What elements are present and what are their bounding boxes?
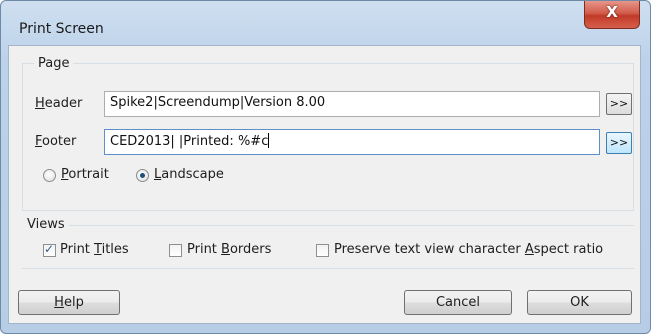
footer-input-value: CED2013| |Printed: %#c — [110, 134, 269, 149]
dialog-body: Page Header Spike2|Screendump|Version 8.… — [8, 45, 641, 324]
page-group-border — [633, 63, 634, 210]
header-label: Header — [35, 96, 83, 111]
portrait-radio[interactable] — [43, 169, 56, 182]
header-input[interactable]: Spike2|Screendump|Version 8.00 — [104, 91, 600, 117]
page-group-border — [22, 210, 634, 211]
dialog-title: Print Screen — [19, 21, 104, 37]
landscape-label[interactable]: Landscape — [154, 167, 224, 182]
text-caret — [268, 133, 270, 148]
views-group-border — [69, 225, 634, 226]
preserve-aspect-checkbox[interactable] — [316, 244, 329, 257]
footer-input[interactable]: CED2013| |Printed: %#c — [104, 129, 600, 155]
preserve-aspect-label[interactable]: Preserve text view character Aspect rati… — [334, 242, 603, 257]
header-insert-button[interactable]: >> — [606, 93, 632, 115]
views-group-border — [22, 268, 634, 269]
views-group-title: Views — [27, 217, 65, 232]
help-button[interactable]: Help — [18, 290, 120, 315]
print-borders-label[interactable]: Print Borders — [187, 242, 271, 257]
radio-selected-dot — [140, 173, 145, 178]
title-bar[interactable]: Print Screen X — [1, 1, 650, 45]
footer-label: Footer — [35, 134, 77, 149]
portrait-label[interactable]: Portrait — [61, 167, 109, 182]
print-titles-label[interactable]: Print Titles — [60, 242, 129, 257]
check-icon: ✓ — [44, 242, 55, 256]
cancel-button[interactable]: Cancel — [404, 290, 512, 315]
print-borders-checkbox[interactable] — [169, 244, 182, 257]
footer-insert-button[interactable]: >> — [606, 132, 632, 154]
close-icon: X — [606, 3, 618, 21]
page-group-border — [22, 63, 23, 210]
landscape-radio[interactable] — [136, 169, 149, 182]
page-group-border — [73, 63, 633, 64]
print-screen-dialog: Print Screen X Page Header Spike2|Screen… — [0, 0, 651, 334]
close-button[interactable]: X — [584, 1, 640, 29]
page-group-title: Page — [38, 56, 70, 71]
ok-button[interactable]: OK — [527, 290, 632, 315]
page-group-border — [22, 63, 34, 64]
print-titles-checkbox[interactable]: ✓ — [43, 242, 56, 257]
